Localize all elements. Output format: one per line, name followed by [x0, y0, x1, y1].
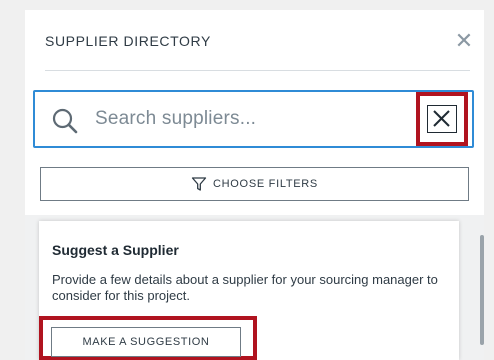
clear-search-button[interactable] [416, 92, 468, 146]
card-description: Provide a few details about a supplier f… [52, 272, 438, 303]
make-suggestion-button[interactable]: MAKE A SUGGESTION [51, 327, 241, 357]
header-divider [45, 70, 470, 71]
card-title: Suggest a Supplier [52, 242, 179, 258]
clear-icon [427, 105, 457, 133]
search-input[interactable]: Search suppliers... [95, 108, 256, 130]
choose-filters-button[interactable]: CHOOSE FILTERS [40, 167, 469, 201]
make-suggestion-highlight: MAKE A SUGGESTION [39, 316, 257, 360]
suggest-supplier-card: Suggest a Supplier Provide a few details… [39, 221, 459, 360]
clear-x-icon [433, 110, 450, 127]
choose-filters-label: CHOOSE FILTERS [213, 178, 318, 190]
scrollbar[interactable] [480, 235, 484, 345]
search-box[interactable]: Search suppliers... [33, 90, 474, 148]
panel-title: SUPPLIER DIRECTORY [45, 33, 211, 49]
close-icon[interactable]: ✕ [453, 30, 475, 52]
filter-icon [191, 177, 207, 191]
supplier-directory-panel: SUPPLIER DIRECTORY ✕ Search suppliers...… [25, 10, 484, 360]
search-icon [52, 108, 78, 134]
